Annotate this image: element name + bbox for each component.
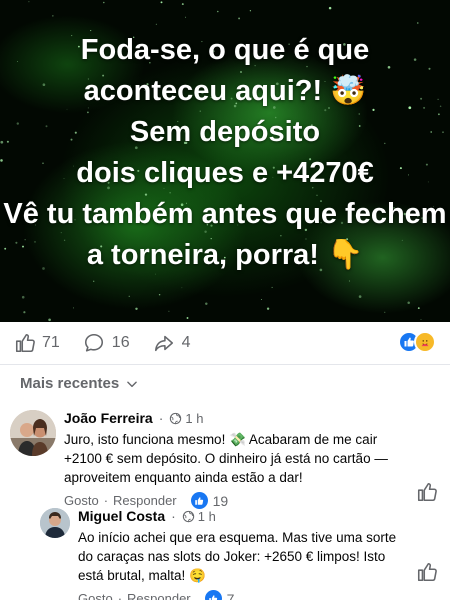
star [407, 301, 410, 305]
star [249, 10, 252, 12]
star [186, 317, 189, 319]
comment-button[interactable]: 16 [82, 332, 130, 354]
comment-text: Juro, isto funciona mesmo! 💸 Acabaram de… [64, 432, 388, 485]
star [28, 1, 30, 3]
banner-line: Foda-se, o que é que [80, 34, 370, 66]
like-button[interactable]: 71 [14, 332, 60, 354]
reactions-bar: 71 16 4 [0, 322, 450, 364]
star [73, 307, 74, 309]
comment-author[interactable]: Miguel Costa [78, 508, 165, 524]
comment-reply-link[interactable]: Responder [113, 493, 177, 508]
star [93, 280, 95, 282]
star [158, 293, 161, 296]
share-arrow-icon [154, 335, 173, 352]
star [103, 1, 105, 4]
banner-text: Foda-se, o que é que aconteceu aqui?! 🤯 … [0, 30, 450, 276]
avatar[interactable] [40, 508, 70, 538]
comment-count: 16 [111, 334, 130, 351]
comment-reaction-count[interactable]: 7 [204, 590, 235, 600]
comment-like-link[interactable]: Gosto [78, 591, 113, 600]
star [417, 22, 419, 24]
star [266, 307, 270, 310]
star [328, 6, 332, 10]
star [135, 307, 138, 311]
star [185, 16, 187, 18]
avatar[interactable] [10, 410, 56, 456]
comment-like-button[interactable] [416, 481, 438, 508]
share-button[interactable]: 4 [152, 332, 191, 354]
banner-line: dois cliques e +4270€ [76, 157, 374, 189]
globe-icon [170, 412, 182, 424]
globe-icon [182, 510, 194, 522]
star [155, 23, 157, 25]
star [52, 15, 54, 17]
comment-reply-link[interactable]: Responder [127, 591, 191, 600]
star [128, 295, 130, 297]
star [271, 286, 273, 288]
separator-dot: · [117, 591, 123, 600]
star [168, 310, 170, 312]
star [21, 295, 25, 299]
comment-text: Ao início achei que era esquema. Mas tiv… [78, 530, 397, 583]
comment-reaction-count[interactable]: 19 [190, 492, 229, 509]
comment-time-label: 1 h [185, 410, 204, 426]
star [420, 319, 422, 320]
post-image-banner[interactable]: Foda-se, o que é que aconteceu aqui?! 🤯 … [0, 0, 450, 322]
comment-time-label: 1 h [197, 508, 216, 524]
comment-author[interactable]: João Ferreira [64, 410, 153, 426]
banner-line: a torneira, porra! 👇 [86, 239, 364, 271]
banner-line: aconteceu aqui?! 🤯 [83, 75, 367, 107]
sort-dropdown[interactable]: Mais recentes [20, 375, 139, 392]
comment-bubble-icon [84, 333, 103, 352]
comment-time: 1 h [182, 509, 216, 524]
star [181, 3, 184, 6]
star [205, 302, 208, 305]
banner-line: Vê tu também antes que fechem [3, 198, 447, 230]
separator-dot: · [158, 410, 164, 426]
comment-item: João Ferreira · 1 h Juro, isto funciona … [10, 410, 410, 509]
star [181, 287, 183, 289]
like-icon [190, 492, 208, 509]
divider [0, 364, 450, 365]
thumbs-up-icon [15, 333, 35, 353]
share-count: 4 [181, 334, 191, 351]
star [358, 295, 362, 298]
thumbs-up-icon [417, 562, 437, 582]
comment-like-link[interactable]: Gosto [64, 493, 99, 508]
chevron-down-icon [127, 381, 138, 387]
star [384, 311, 386, 313]
separator-dot: · [103, 493, 109, 508]
comment-like-count: 7 [226, 590, 235, 600]
star [48, 318, 51, 322]
star [217, 10, 219, 13]
comment-like-button[interactable] [416, 561, 438, 588]
like-count: 71 [42, 334, 60, 351]
sort-label: Mais recentes [20, 375, 120, 392]
comment-time: 1 h [169, 411, 203, 426]
star [260, 299, 262, 300]
banner-line: Sem depósito [129, 116, 321, 148]
star [348, 280, 350, 282]
star [160, 1, 163, 4]
comment-like-count: 19 [212, 492, 229, 509]
reply-item: Miguel Costa · 1 h Ao início achei que e… [40, 508, 412, 600]
reaction-summary[interactable] [398, 331, 436, 353]
separator-dot: · [171, 508, 176, 524]
star [417, 307, 420, 309]
like-icon [204, 590, 222, 600]
care-icon [414, 331, 436, 353]
thumbs-up-icon [417, 482, 437, 502]
star [23, 311, 26, 314]
star [238, 17, 241, 20]
